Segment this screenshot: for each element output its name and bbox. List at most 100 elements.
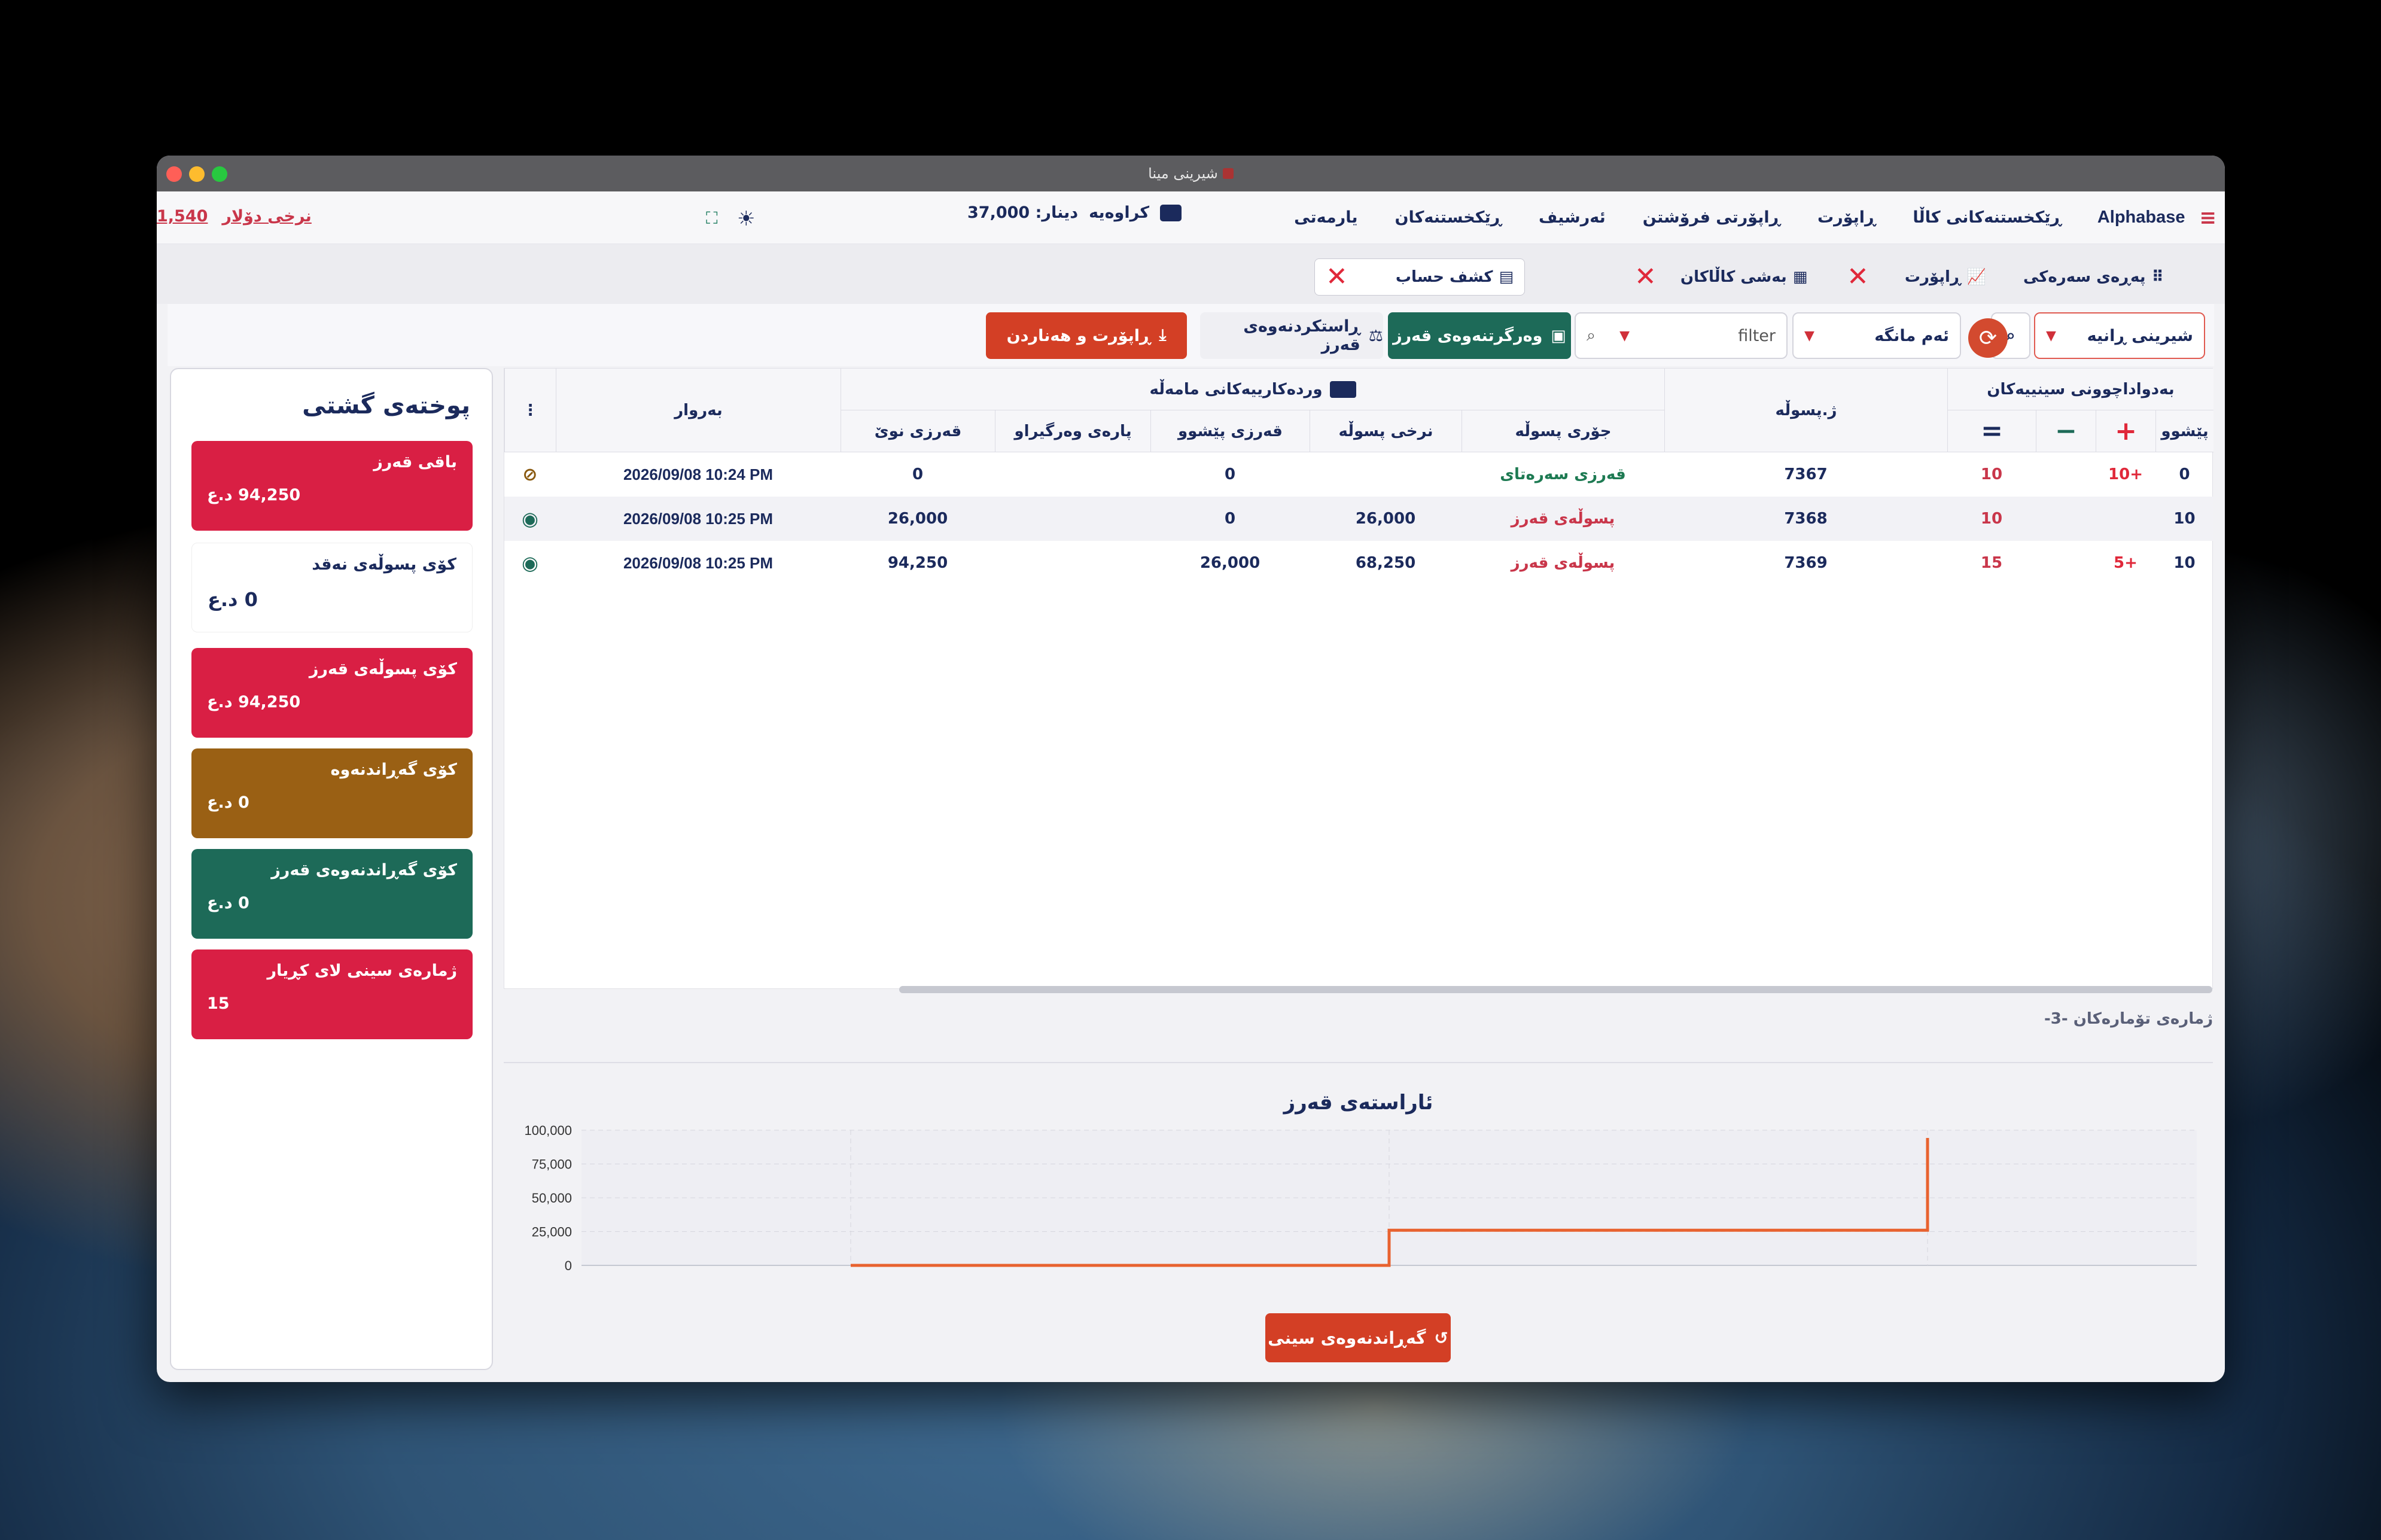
cell-prev-debt: 26,000 bbox=[1199, 554, 1260, 572]
col-header-prev-debt: قەرزی پێشوو bbox=[1150, 410, 1310, 452]
menu-help[interactable]: یارمەتی bbox=[1294, 208, 1357, 227]
tab-account-statement[interactable]: ▤ کشف حساب ✕ bbox=[1314, 258, 1526, 296]
cell-total-trays: 10 bbox=[1980, 510, 2003, 528]
tab-account-statement-label: کشف حساب bbox=[1395, 268, 1493, 286]
add-tray-column-button[interactable]: + bbox=[2096, 410, 2155, 452]
cell-new-debt: 94,250 bbox=[887, 554, 948, 572]
refresh-button[interactable]: ⟳ bbox=[1968, 318, 2008, 358]
cell-plus-trays: 5+ bbox=[2114, 554, 2138, 572]
card-total-cash-receipts: کۆی پسوڵەی نەقد 0 د.ع bbox=[191, 543, 473, 632]
eye-icon[interactable]: ◉ bbox=[504, 497, 556, 541]
horizontal-scrollbar[interactable] bbox=[899, 986, 2212, 993]
menu-report[interactable]: ڕاپۆرت bbox=[1817, 208, 1875, 227]
close-tab-account-statement-icon[interactable]: ✕ bbox=[1326, 264, 1348, 290]
refresh-icon: ⟳ bbox=[1978, 325, 1998, 351]
return-trays-button[interactable]: ↺ گەڕاندنەوەی سینی bbox=[1265, 1313, 1451, 1362]
col-header-new-debt: قەرزی نوێ bbox=[841, 410, 995, 452]
tab-products[interactable]: ▦ بەشی کاڵاکان ✕ bbox=[1634, 258, 1807, 296]
close-tab-products-icon[interactable]: ✕ bbox=[1634, 264, 1657, 290]
correct-debt-button[interactable]: ⚖ ڕاستکردنەوەی قەرز bbox=[1200, 312, 1383, 359]
card-trays-at-customer: ژمارەی سینی لای کڕیار 15 bbox=[191, 949, 473, 1039]
col-header-receipt-no: ژ.پسوڵە bbox=[1664, 369, 1947, 452]
theme-toggle-sun-icon[interactable]: ☀ bbox=[737, 207, 755, 231]
cell-receipt-type: پسوڵەی قەرز bbox=[1511, 510, 1615, 528]
chevron-down-icon: ▼ bbox=[2046, 328, 2056, 343]
cell-minus-trays bbox=[2036, 452, 2096, 497]
card-label: کۆی پسوڵەی قەرز bbox=[309, 660, 457, 678]
filter-input[interactable]: filter ▼ ⌕ bbox=[1575, 312, 1788, 359]
close-window-button[interactable] bbox=[166, 166, 182, 182]
col-header-prev-trays: پێشوو bbox=[2155, 410, 2213, 452]
cell-prev-debt: 0 bbox=[1224, 510, 1236, 528]
cell-date: 2026/09/08 10:25 PM bbox=[623, 553, 774, 572]
total-trays-column: = bbox=[1947, 410, 2036, 452]
boxes-icon: ▦ bbox=[1792, 268, 1808, 286]
cell-paid bbox=[995, 497, 1150, 541]
undo-icon: ↺ bbox=[1434, 1328, 1448, 1348]
card-value: 15 bbox=[207, 994, 230, 1013]
dollar-rate-label: نرخی دۆلار bbox=[222, 207, 312, 226]
tab-report[interactable]: 📈 ڕاپۆرت ✕ bbox=[1847, 258, 1986, 296]
tab-home[interactable]: ⠿ پەڕەی سەرەکی bbox=[2023, 258, 2164, 296]
record-count: ژمارەی تۆمارەکان -3- bbox=[2044, 1010, 2213, 1028]
menu-product-settings[interactable]: ڕێکخستنەکانی کاڵا bbox=[1913, 208, 2061, 227]
cash-register-status: دینار: 37,000 کراوەیە bbox=[967, 203, 1182, 222]
chevron-down-icon: ▼ bbox=[1619, 328, 1630, 343]
export-report-button[interactable]: ⤓ ڕاپۆرت و هەناردن bbox=[986, 312, 1187, 359]
hamburger-menu-icon[interactable]: ≡ bbox=[2200, 206, 2217, 230]
table-row[interactable]: 10 5+ 15 7369 پسوڵەی قەرز 68,250 26,000 … bbox=[504, 541, 2213, 585]
card-value: 94,250 د.ع bbox=[207, 486, 301, 504]
column-options-icon[interactable]: ⋮ bbox=[504, 369, 556, 452]
tab-report-label: ڕاپۆرت bbox=[1904, 268, 1961, 286]
maximize-window-button[interactable] bbox=[212, 166, 227, 182]
chevron-down-icon: ▼ bbox=[1804, 328, 1814, 343]
app-logo-icon bbox=[1222, 168, 1234, 179]
return-trays-label: گەڕاندنەوەی سینی bbox=[1268, 1328, 1426, 1348]
customer-select[interactable]: شیرینی ڕانیە ▼ bbox=[2034, 312, 2205, 359]
card-label: کۆی پسوڵەی نەقد bbox=[312, 555, 456, 574]
brand-name[interactable]: Alphabase bbox=[2097, 208, 2185, 227]
group-header-details: وردەکارییەکانی مامەڵە bbox=[841, 369, 1664, 410]
group-header-details-label: وردەکارییەکانی مامەڵە bbox=[1149, 380, 1323, 398]
cash-value: دینار: 37,000 bbox=[967, 203, 1079, 222]
cell-total-trays: 15 bbox=[1980, 554, 2003, 572]
grid-icon: ⠿ bbox=[2151, 268, 2164, 286]
cell-prev-trays: 10 bbox=[2173, 554, 2196, 572]
cell-receipt-no: 7367 bbox=[1784, 465, 1828, 483]
menu-settings[interactable]: ڕێکخستنەکان bbox=[1395, 208, 1502, 227]
menu-archive[interactable]: ئەرشیف bbox=[1539, 208, 1606, 227]
card-label: کۆی گەڕاندنەوە bbox=[330, 760, 457, 779]
subtract-tray-column-button[interactable]: − bbox=[2036, 410, 2096, 452]
eye-off-icon[interactable]: ⊘ bbox=[504, 452, 556, 497]
cell-receipt-type: پسوڵەی قەرز bbox=[1511, 554, 1615, 572]
tab-home-label: پەڕەی سەرەکی bbox=[2023, 268, 2146, 286]
receive-debt-button[interactable]: ▣ وەرگرتنەوەی قەرز bbox=[1388, 312, 1571, 359]
chart-svg: 100,000 75,000 50,000 25,000 0 bbox=[524, 1123, 2197, 1273]
window-title: شیرینی مینا bbox=[1148, 165, 1218, 182]
cell-prev-trays: 0 bbox=[2179, 465, 2190, 483]
cell-plus-trays bbox=[2096, 497, 2155, 541]
cell-paid bbox=[995, 541, 1150, 585]
dollar-rate[interactable]: 1,540 نرخی دۆلار bbox=[157, 207, 312, 226]
y-tick-label: 100,000 bbox=[524, 1123, 572, 1138]
menu-sales-report[interactable]: ڕاپۆرتی فرۆشتن bbox=[1643, 208, 1780, 227]
customer-select-value: شیرینی ڕانیە bbox=[2087, 326, 2193, 345]
col-header-paid: پارەی وەرگیراو bbox=[995, 410, 1150, 452]
cell-prev-trays: 10 bbox=[2173, 510, 2196, 528]
export-report-label: ڕاپۆرت و هەناردن bbox=[1006, 326, 1151, 345]
card-value: 0 د.ع bbox=[207, 894, 249, 912]
card-total-debt-returns: کۆی گەڕاندنەوەی قەرز 0 د.ع bbox=[191, 849, 473, 939]
eye-icon[interactable]: ◉ bbox=[504, 541, 556, 585]
fullscreen-icon[interactable]: ⛶ bbox=[706, 208, 718, 229]
y-tick-label: 25,000 bbox=[532, 1225, 572, 1240]
card-label: کۆی گەڕاندنەوەی قەرز bbox=[271, 861, 457, 879]
cell-paid bbox=[995, 452, 1150, 497]
receive-debt-label: وەرگرتنەوەی قەرز bbox=[1393, 326, 1543, 345]
minimize-window-button[interactable] bbox=[189, 166, 205, 182]
period-select[interactable]: ئەم مانگە ▼ bbox=[1792, 312, 1961, 359]
table-row[interactable]: 10 10 7368 پسوڵەی قەرز 26,000 0 26,000 2… bbox=[504, 497, 2213, 541]
col-header-receipt-type: جۆری پسوڵە bbox=[1462, 410, 1664, 452]
close-tab-report-icon[interactable]: ✕ bbox=[1847, 264, 1869, 290]
card-label: باقی قەرز bbox=[373, 453, 457, 471]
table-row[interactable]: 0 10+ 10 7367 قەرزی سەرەتای 0 0 2026/09/… bbox=[504, 452, 2213, 497]
